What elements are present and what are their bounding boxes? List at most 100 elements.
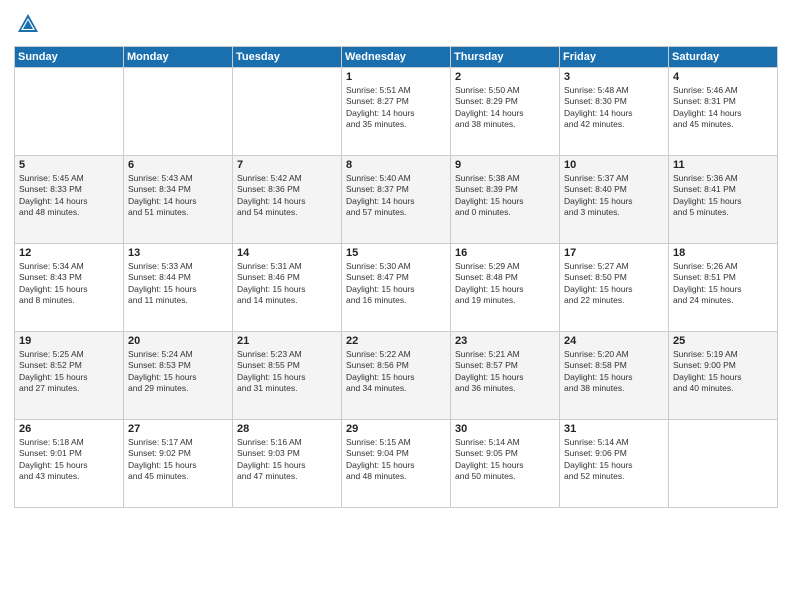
calendar-week-1: 1Sunrise: 5:51 AM Sunset: 8:27 PM Daylig… <box>15 68 778 156</box>
day-number: 24 <box>564 335 664 347</box>
calendar-cell: 24 Sunrise: 5:20 AM Sunset: 8:58 PM Dayli… <box>560 332 669 420</box>
calendar-cell: 25Sunrise: 5:19 AM Sunset: 9:00 PM Dayli… <box>669 332 778 420</box>
cell-info: Sunrise: 5:22 AM Sunset: 8:56 PM Dayligh… <box>346 349 446 395</box>
cell-info: Sunrise: 5:16 AM Sunset: 9:03 PM Dayligh… <box>237 437 337 483</box>
day-number: 15 <box>346 247 446 259</box>
day-number: 5 <box>19 159 119 171</box>
cell-info: Sunrise: 5:46 AM Sunset: 8:31 PM Dayligh… <box>673 85 773 131</box>
col-header-friday: Friday <box>560 47 669 68</box>
col-header-saturday: Saturday <box>669 47 778 68</box>
calendar-cell: 29Sunrise: 5:15 AM Sunset: 9:04 PM Dayli… <box>342 420 451 508</box>
cell-info: Sunrise: 5:24 AM Sunset: 8:53 PM Dayligh… <box>128 349 228 395</box>
cell-info: Sunrise: 5:37 AM Sunset: 8:40 PM Dayligh… <box>564 173 664 219</box>
calendar-cell: 4 Sunrise: 5:46 AM Sunset: 8:31 PM Daylig… <box>669 68 778 156</box>
day-number: 10 <box>564 159 664 171</box>
cell-info: Sunrise: 5:36 AM Sunset: 8:41 PM Dayligh… <box>673 173 773 219</box>
calendar-cell: 16 Sunrise: 5:29 AM Sunset: 8:48 PM Dayli… <box>451 244 560 332</box>
header <box>14 10 778 38</box>
col-header-monday: Monday <box>124 47 233 68</box>
cell-info: Sunrise: 5:25 AM Sunset: 8:52 PM Dayligh… <box>19 349 119 395</box>
col-header-tuesday: Tuesday <box>233 47 342 68</box>
day-number: 27 <box>128 423 228 435</box>
day-number: 13 <box>128 247 228 259</box>
day-number: 21 <box>237 335 337 347</box>
calendar-cell: 18 Sunrise: 5:26 AM Sunset: 8:51 PM Dayli… <box>669 244 778 332</box>
cell-info: Sunrise: 5:18 AM Sunset: 9:01 PM Dayligh… <box>19 437 119 483</box>
cell-info: Sunrise: 5:30 AM Sunset: 8:47 PM Dayligh… <box>346 261 446 307</box>
cell-info: Sunrise: 5:43 AM Sunset: 8:34 PM Dayligh… <box>128 173 228 219</box>
day-number: 7 <box>237 159 337 171</box>
calendar-week-4: 19Sunrise: 5:25 AM Sunset: 8:52 PM Dayli… <box>15 332 778 420</box>
cell-info: Sunrise: 5:21 AM Sunset: 8:57 PM Dayligh… <box>455 349 555 395</box>
day-number: 2 <box>455 71 555 83</box>
day-number: 17 <box>564 247 664 259</box>
cell-info: Sunrise: 5:17 AM Sunset: 9:02 PM Dayligh… <box>128 437 228 483</box>
logo <box>14 10 46 38</box>
cell-info: Sunrise: 5:31 AM Sunset: 8:46 PM Dayligh… <box>237 261 337 307</box>
logo-icon <box>14 10 42 38</box>
calendar-cell: 22 Sunrise: 5:22 AM Sunset: 8:56 PM Dayli… <box>342 332 451 420</box>
calendar-cell: 9Sunrise: 5:38 AM Sunset: 8:39 PM Daylig… <box>451 156 560 244</box>
day-number: 14 <box>237 247 337 259</box>
calendar-week-5: 26 Sunrise: 5:18 AM Sunset: 9:01 PM Dayli… <box>15 420 778 508</box>
calendar-cell: 5Sunrise: 5:45 AM Sunset: 8:33 PM Daylig… <box>15 156 124 244</box>
cell-info: Sunrise: 5:50 AM Sunset: 8:29 PM Dayligh… <box>455 85 555 131</box>
day-number: 28 <box>237 423 337 435</box>
calendar-cell: 23 Sunrise: 5:21 AM Sunset: 8:57 PM Dayli… <box>451 332 560 420</box>
cell-info: Sunrise: 5:15 AM Sunset: 9:04 PM Dayligh… <box>346 437 446 483</box>
calendar-cell: 28 Sunrise: 5:16 AM Sunset: 9:03 PM Dayli… <box>233 420 342 508</box>
calendar-cell: 8Sunrise: 5:40 AM Sunset: 8:37 PM Daylig… <box>342 156 451 244</box>
day-number: 22 <box>346 335 446 347</box>
cell-info: Sunrise: 5:19 AM Sunset: 9:00 PM Dayligh… <box>673 349 773 395</box>
col-header-thursday: Thursday <box>451 47 560 68</box>
day-number: 30 <box>455 423 555 435</box>
calendar-cell <box>15 68 124 156</box>
day-number: 12 <box>19 247 119 259</box>
calendar-cell: 13 Sunrise: 5:33 AM Sunset: 8:44 PM Dayli… <box>124 244 233 332</box>
cell-info: Sunrise: 5:29 AM Sunset: 8:48 PM Dayligh… <box>455 261 555 307</box>
calendar-cell: 11 Sunrise: 5:36 AM Sunset: 8:41 PM Dayli… <box>669 156 778 244</box>
cell-info: Sunrise: 5:23 AM Sunset: 8:55 PM Dayligh… <box>237 349 337 395</box>
calendar-cell <box>124 68 233 156</box>
col-header-sunday: Sunday <box>15 47 124 68</box>
calendar-cell: 15 Sunrise: 5:30 AM Sunset: 8:47 PM Dayli… <box>342 244 451 332</box>
cell-info: Sunrise: 5:26 AM Sunset: 8:51 PM Dayligh… <box>673 261 773 307</box>
day-number: 23 <box>455 335 555 347</box>
calendar-cell: 30Sunrise: 5:14 AM Sunset: 9:05 PM Dayli… <box>451 420 560 508</box>
cell-info: Sunrise: 5:42 AM Sunset: 8:36 PM Dayligh… <box>237 173 337 219</box>
day-number: 1 <box>346 71 446 83</box>
cell-info: Sunrise: 5:14 AM Sunset: 9:06 PM Dayligh… <box>564 437 664 483</box>
calendar-cell: 12 Sunrise: 5:34 AM Sunset: 8:43 PM Dayli… <box>15 244 124 332</box>
cell-info: Sunrise: 5:20 AM Sunset: 8:58 PM Dayligh… <box>564 349 664 395</box>
calendar-week-3: 12 Sunrise: 5:34 AM Sunset: 8:43 PM Dayli… <box>15 244 778 332</box>
calendar-cell: 17 Sunrise: 5:27 AM Sunset: 8:50 PM Dayli… <box>560 244 669 332</box>
calendar-cell: 14 Sunrise: 5:31 AM Sunset: 8:46 PM Dayli… <box>233 244 342 332</box>
calendar-cell <box>233 68 342 156</box>
calendar-cell <box>669 420 778 508</box>
cell-info: Sunrise: 5:33 AM Sunset: 8:44 PM Dayligh… <box>128 261 228 307</box>
calendar-header-row: SundayMondayTuesdayWednesdayThursdayFrid… <box>15 47 778 68</box>
day-number: 4 <box>673 71 773 83</box>
col-header-wednesday: Wednesday <box>342 47 451 68</box>
cell-info: Sunrise: 5:27 AM Sunset: 8:50 PM Dayligh… <box>564 261 664 307</box>
calendar-cell: 20Sunrise: 5:24 AM Sunset: 8:53 PM Dayli… <box>124 332 233 420</box>
day-number: 18 <box>673 247 773 259</box>
calendar-cell: 21 Sunrise: 5:23 AM Sunset: 8:55 PM Dayli… <box>233 332 342 420</box>
calendar-cell: 2 Sunrise: 5:50 AM Sunset: 8:29 PM Daylig… <box>451 68 560 156</box>
calendar-cell: 10 Sunrise: 5:37 AM Sunset: 8:40 PM Dayli… <box>560 156 669 244</box>
calendar-cell: 1Sunrise: 5:51 AM Sunset: 8:27 PM Daylig… <box>342 68 451 156</box>
calendar-cell: 3Sunrise: 5:48 AM Sunset: 8:30 PM Daylig… <box>560 68 669 156</box>
day-number: 31 <box>564 423 664 435</box>
calendar-cell: 7 Sunrise: 5:42 AM Sunset: 8:36 PM Daylig… <box>233 156 342 244</box>
calendar-cell: 6 Sunrise: 5:43 AM Sunset: 8:34 PM Daylig… <box>124 156 233 244</box>
calendar-cell: 27 Sunrise: 5:17 AM Sunset: 9:02 PM Dayli… <box>124 420 233 508</box>
cell-info: Sunrise: 5:48 AM Sunset: 8:30 PM Dayligh… <box>564 85 664 131</box>
cell-info: Sunrise: 5:34 AM Sunset: 8:43 PM Dayligh… <box>19 261 119 307</box>
page: SundayMondayTuesdayWednesdayThursdayFrid… <box>0 0 792 612</box>
day-number: 26 <box>19 423 119 435</box>
cell-info: Sunrise: 5:38 AM Sunset: 8:39 PM Dayligh… <box>455 173 555 219</box>
day-number: 11 <box>673 159 773 171</box>
day-number: 6 <box>128 159 228 171</box>
day-number: 16 <box>455 247 555 259</box>
calendar-cell: 19Sunrise: 5:25 AM Sunset: 8:52 PM Dayli… <box>15 332 124 420</box>
